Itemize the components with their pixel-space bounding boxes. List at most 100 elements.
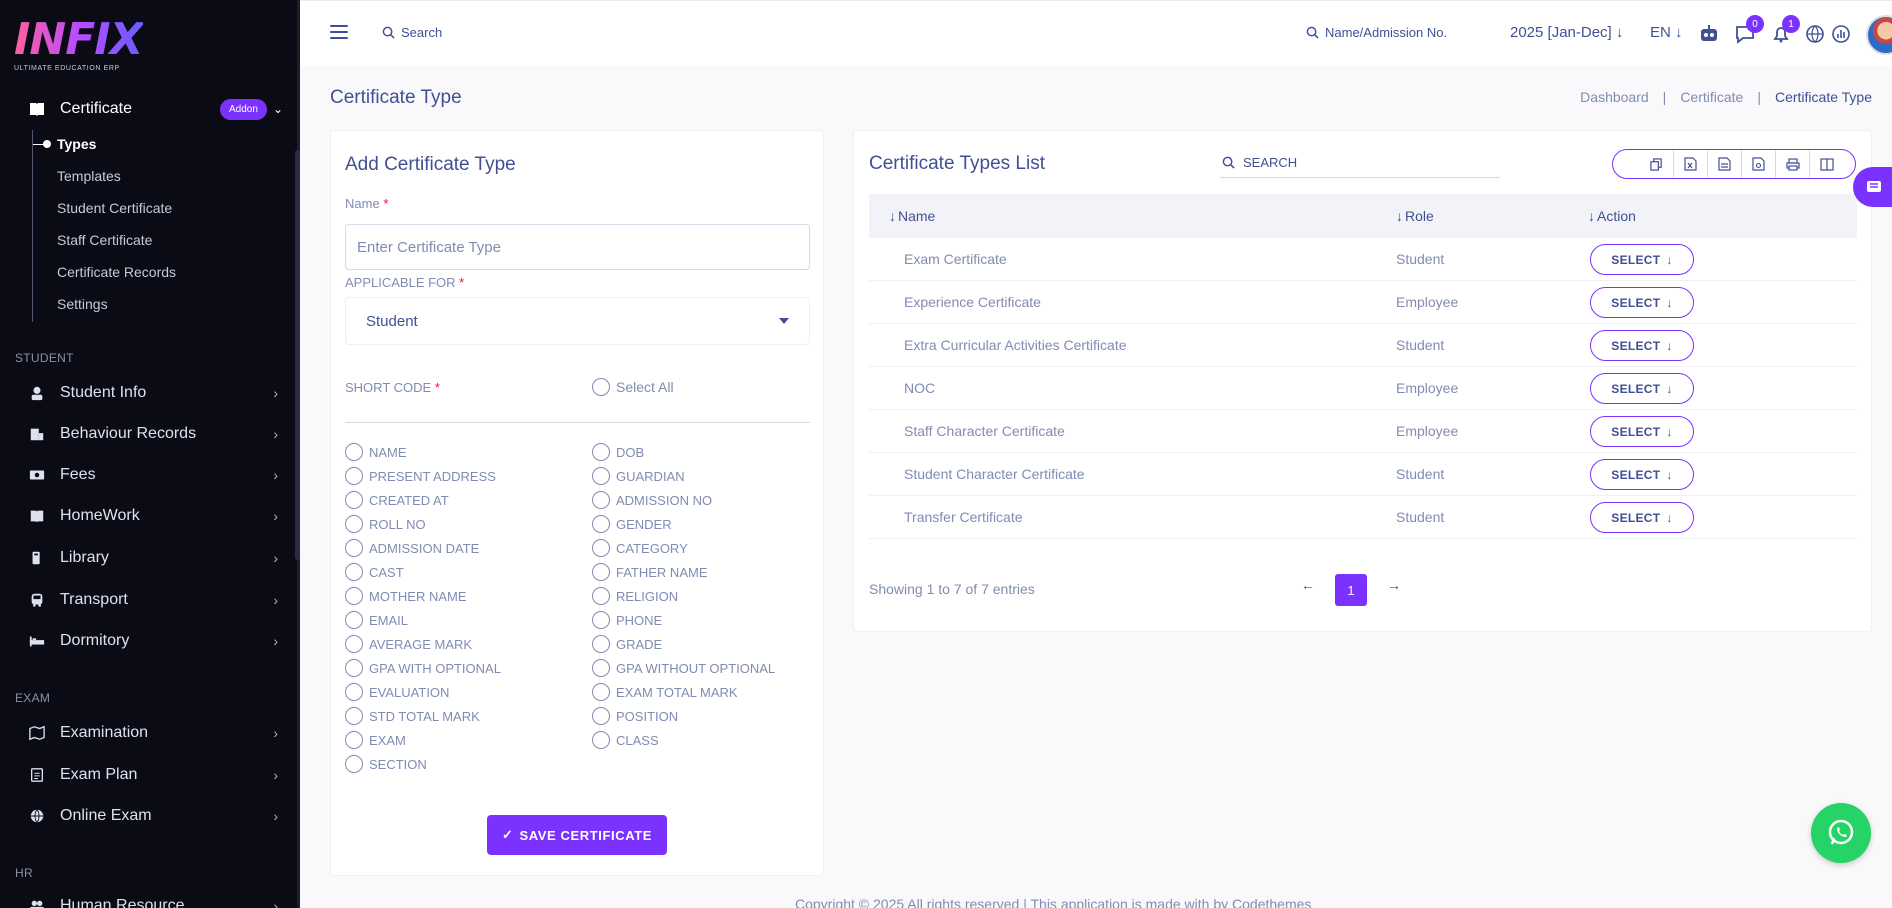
select-action-button[interactable]: SELECT ↓ [1590, 373, 1694, 404]
bar-chart-icon[interactable] [1830, 23, 1852, 45]
certificate-types-list-card: Certificate Types List SEARCH ↓ Name ↓ Rol… [853, 130, 1872, 632]
print-icon[interactable] [1775, 150, 1809, 178]
short-code-option[interactable]: CLASS [592, 731, 659, 749]
select-label: SELECT [1611, 338, 1661, 353]
avatar[interactable] [1866, 15, 1892, 55]
chevron-right-icon: › [273, 550, 278, 566]
short-code-option[interactable]: DOB [592, 443, 644, 461]
short-code-option[interactable]: AVERAGE MARK [345, 635, 472, 653]
language-select[interactable]: EN ↓ [1650, 24, 1683, 41]
save-certificate-button[interactable]: ✓ SAVE CERTIFICATE [487, 815, 667, 855]
csv-icon[interactable] [1707, 150, 1741, 178]
short-code-option[interactable]: PRESENT ADDRESS [345, 467, 496, 485]
short-code-option[interactable]: PHONE [592, 611, 662, 629]
addon-badge: Addon [220, 98, 267, 120]
short-code-option[interactable]: GENDER [592, 515, 672, 533]
copy-icon[interactable] [1639, 150, 1673, 178]
short-code-option[interactable]: CREATED AT [345, 491, 449, 509]
submenu-item-student-certificate[interactable]: Student Certificate [57, 200, 172, 216]
select-action-button[interactable]: SELECT ↓ [1590, 287, 1694, 318]
sidebar-item-dormitory[interactable]: Dormitory › [28, 629, 278, 653]
short-code-option[interactable]: POSITION [592, 707, 678, 725]
submenu-item-templates[interactable]: Templates [57, 168, 121, 184]
top-search[interactable]: Search [382, 25, 442, 40]
short-code-option[interactable]: ADMISSION DATE [345, 539, 479, 557]
search-icon [1222, 156, 1235, 169]
short-code-label: GPA WITHOUT OPTIONAL [616, 660, 776, 676]
column-header-action[interactable]: ↓ Action [1588, 208, 1636, 224]
arrow-left-icon[interactable]: ← [1301, 577, 1315, 593]
sidebar-item-certificate[interactable]: Certificate Addon ⌄ [28, 95, 283, 123]
columns-icon[interactable] [1809, 150, 1843, 178]
short-code-option[interactable]: GUARDIAN [592, 467, 685, 485]
select-label: SELECT [1611, 467, 1661, 482]
short-code-option[interactable]: MOTHER NAME [345, 587, 467, 605]
whatsapp-icon[interactable] [1811, 803, 1871, 863]
select-action-button[interactable]: SELECT ↓ [1590, 502, 1694, 533]
name-admission-search[interactable]: Name/Admission No. [1306, 25, 1447, 40]
globe-icon[interactable] [1804, 23, 1826, 45]
submenu-item-types[interactable]: Types [32, 136, 96, 152]
select-action-button[interactable]: SELECT ↓ [1590, 244, 1694, 275]
sidebar-item-fees[interactable]: Fees › [28, 463, 278, 487]
academic-year-select[interactable]: 2025 [Jan-Dec] ↓ [1510, 24, 1623, 41]
breadcrumb-dashboard[interactable]: Dashboard [1580, 89, 1649, 105]
bell-icon[interactable]: 1 [1770, 15, 1800, 45]
pdf-icon[interactable] [1741, 150, 1775, 178]
sidebar-item-label: HomeWork [60, 507, 140, 524]
select-action-button[interactable]: SELECT ↓ [1590, 416, 1694, 447]
short-code-option[interactable]: EXAM [345, 731, 406, 749]
short-code-option[interactable]: GPA WITHOUT OPTIONAL [592, 659, 775, 677]
add-certificate-type-card: Add Certificate Type Name * APPLICABLE F… [330, 130, 824, 876]
excel-icon[interactable] [1673, 150, 1707, 178]
short-code-option[interactable]: NAME [345, 443, 407, 461]
arrow-down-icon: ↓ [1666, 424, 1673, 439]
short-code-option[interactable]: STD TOTAL MARK [345, 707, 480, 725]
radio-circle-icon [345, 707, 363, 725]
select-all-checkbox[interactable]: Select All [592, 378, 674, 396]
breadcrumb-certificate[interactable]: Certificate [1680, 89, 1743, 105]
arrow-right-icon[interactable]: → [1387, 577, 1401, 593]
short-code-option[interactable]: EVALUATION [345, 683, 449, 701]
table-row: Experience Certificate Employee SELECT ↓ [869, 281, 1857, 324]
short-code-option[interactable]: EXAM TOTAL MARK [592, 683, 738, 701]
table-row: Student Character Certificate Student SELE… [869, 453, 1857, 496]
select-action-button[interactable]: SELECT ↓ [1590, 459, 1694, 490]
short-code-option[interactable]: GRADE [592, 635, 662, 653]
certificate-type-name-input[interactable] [345, 224, 810, 270]
column-header-role[interactable]: ↓ Role [1396, 208, 1434, 224]
sidebar-item-human-resource[interactable]: Human Resource › [28, 894, 278, 908]
short-code-option[interactable]: ADMISSION NO [592, 491, 712, 509]
sidebar-item-transport[interactable]: Transport › [28, 588, 278, 612]
short-code-option[interactable]: RELIGION [592, 587, 678, 605]
sidebar-item-exam-plan[interactable]: Exam Plan › [28, 763, 278, 787]
page-button-current[interactable]: 1 [1335, 574, 1367, 606]
short-code-option[interactable]: EMAIL [345, 611, 408, 629]
sidebar-scrollbar[interactable] [295, 150, 300, 560]
sidebar-item-student-info[interactable]: Student Info › [28, 381, 278, 405]
submenu-item-settings[interactable]: Settings [57, 296, 108, 312]
applicable-for-select[interactable]: Student [345, 297, 810, 345]
sidebar-item-online-exam[interactable]: Online Exam › [28, 804, 278, 828]
hamburger-menu-icon[interactable] [330, 25, 348, 43]
short-code-option[interactable]: CATEGORY [592, 539, 688, 557]
short-code-option[interactable]: FATHER NAME [592, 563, 708, 581]
sidebar-item-examination[interactable]: Examination › [28, 721, 278, 745]
sidebar-item-library[interactable]: Library › [28, 546, 278, 570]
robot-icon[interactable] [1698, 23, 1720, 45]
sidebar-item-homework[interactable]: HomeWork › [28, 504, 278, 528]
cart-icon[interactable] [1853, 167, 1892, 207]
sidebar-item-behaviour-records[interactable]: Behaviour Records › [28, 422, 278, 446]
submenu-item-certificate-records[interactable]: Certificate Records [57, 264, 176, 280]
short-code-option[interactable]: GPA WITH OPTIONAL [345, 659, 501, 677]
logo[interactable]: INFIX ULTIMATE EDUCATION ERP [14, 18, 144, 73]
short-code-option[interactable]: ROLL NO [345, 515, 426, 533]
short-code-option[interactable]: SECTION [345, 755, 427, 773]
submenu-item-staff-certificate[interactable]: Staff Certificate [57, 232, 152, 248]
list-search-input[interactable]: SEARCH [1220, 148, 1500, 178]
chat-icon[interactable]: 0 [1734, 15, 1764, 45]
select-action-button[interactable]: SELECT ↓ [1590, 330, 1694, 361]
column-header-name[interactable]: ↓ Name [889, 208, 935, 224]
cell-name: Exam Certificate [904, 251, 1007, 267]
short-code-option[interactable]: CAST [345, 563, 404, 581]
